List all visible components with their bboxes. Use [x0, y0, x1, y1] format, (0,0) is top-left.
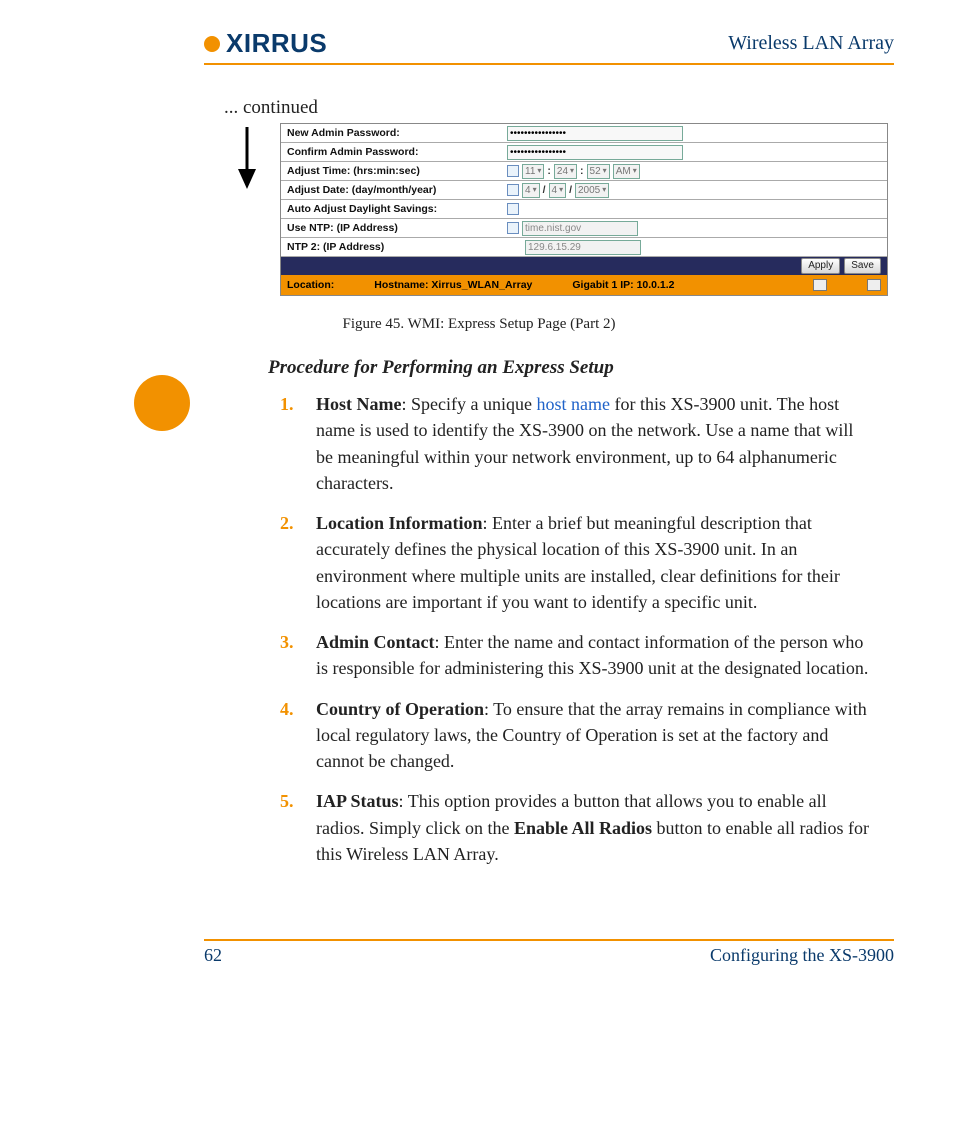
- section-heading: Procedure for Performing an Express Setu…: [268, 357, 874, 379]
- date-day-select[interactable]: 4▾: [522, 183, 540, 198]
- wmi-label: Confirm Admin Password:: [281, 146, 503, 158]
- wmi-row-adjust-date: Adjust Date: (day/month/year) 4▾ / 4▾ / …: [281, 181, 887, 200]
- step-iap-status: IAP Status: This option provides a butto…: [316, 788, 874, 867]
- ntp-input[interactable]: [522, 221, 638, 236]
- ntp2-input[interactable]: [525, 240, 641, 255]
- step-bold: Enable All Radios: [514, 818, 652, 838]
- slash-sep: /: [569, 184, 572, 196]
- step-country-of-operation: Country of Operation: To ensure that the…: [316, 696, 874, 775]
- figure-area: New Admin Password: Confirm Admin Passwo…: [224, 123, 894, 296]
- logo-dot-icon: [204, 36, 220, 52]
- wmi-row-ntp: Use NTP: (IP Address): [281, 219, 887, 238]
- wmi-label: Use NTP: (IP Address): [281, 222, 503, 234]
- footer-section-title: Configuring the XS-3900: [710, 945, 894, 966]
- step-term: Host Name: [316, 394, 401, 414]
- step-host-name: Host Name: Specify a unique host name fo…: [316, 391, 874, 496]
- status-icon: [813, 279, 827, 291]
- wmi-row-ntp2: NTP 2: (IP Address): [281, 238, 887, 257]
- colon-sep: :: [547, 165, 551, 177]
- date-month-select[interactable]: 4▾: [549, 183, 567, 198]
- slash-sep: /: [543, 184, 546, 196]
- header-rule: [204, 63, 894, 65]
- wmi-row-new-password: New Admin Password:: [281, 124, 887, 143]
- step-location-info: Location Information: Enter a brief but …: [316, 510, 874, 615]
- down-arrow-icon: [224, 127, 270, 189]
- wmi-label: NTP 2: (IP Address): [281, 241, 503, 253]
- ntp-checkbox[interactable]: [507, 222, 519, 234]
- step-term: Location Information: [316, 513, 483, 533]
- dst-checkbox[interactable]: [507, 203, 519, 215]
- adjust-date-checkbox[interactable]: [507, 184, 519, 196]
- wmi-screenshot: New Admin Password: Confirm Admin Passwo…: [280, 123, 888, 296]
- status-hostname: Hostname: Xirrus_WLAN_Array: [374, 279, 532, 291]
- colon-sep: :: [580, 165, 584, 177]
- page-header: XIRRUS Wireless LAN Array: [204, 28, 894, 59]
- step-term: Country of Operation: [316, 699, 484, 719]
- figure-caption: Figure 45. WMI: Express Setup Page (Part…: [64, 316, 894, 333]
- page-footer: 62 Configuring the XS-3900: [204, 939, 894, 966]
- save-button[interactable]: Save: [844, 258, 881, 274]
- logo-text: XIRRUS: [226, 28, 327, 59]
- status-icon: [867, 279, 881, 291]
- step-term: IAP Status: [316, 791, 399, 811]
- wmi-row-confirm-password: Confirm Admin Password:: [281, 143, 887, 162]
- adjust-time-checkbox[interactable]: [507, 165, 519, 177]
- time-ampm-select[interactable]: AM▾: [613, 164, 640, 179]
- wmi-row-adjust-time: Adjust Time: (hrs:min:sec) 11▾ : 24▾ : 5…: [281, 162, 887, 181]
- new-admin-password-input[interactable]: [507, 126, 683, 141]
- page-number: 62: [204, 945, 222, 966]
- status-location: Location:: [287, 279, 334, 291]
- wmi-label: Adjust Time: (hrs:min:sec): [281, 165, 503, 177]
- step-text: : Specify a unique: [401, 394, 536, 414]
- time-sec-select[interactable]: 52▾: [587, 164, 610, 179]
- wmi-label: Auto Adjust Daylight Savings:: [281, 203, 503, 215]
- procedure-steps: Host Name: Specify a unique host name fo…: [268, 391, 874, 867]
- continued-label: ... continued: [224, 97, 894, 119]
- time-hour-select[interactable]: 11▾: [522, 164, 544, 179]
- wmi-action-bar: Apply Save: [281, 257, 887, 275]
- step-term: Admin Contact: [316, 632, 435, 652]
- wmi-label: New Admin Password:: [281, 127, 503, 139]
- wmi-label: Adjust Date: (day/month/year): [281, 184, 503, 196]
- date-year-select[interactable]: 2005▾: [575, 183, 609, 198]
- logo: XIRRUS: [204, 28, 327, 59]
- wmi-row-dst: Auto Adjust Daylight Savings:: [281, 200, 887, 219]
- status-gigabit: Gigabit 1 IP: 10.0.1.2: [572, 279, 674, 291]
- wmi-status-bar: Location: Hostname: Xirrus_WLAN_Array Gi…: [281, 275, 887, 295]
- section-marker-circle-icon: [134, 375, 190, 431]
- step-admin-contact: Admin Contact: Enter the name and contac…: [316, 629, 874, 682]
- document-title: Wireless LAN Array: [728, 32, 894, 55]
- apply-button[interactable]: Apply: [801, 258, 840, 274]
- host-name-link[interactable]: host name: [536, 394, 610, 414]
- confirm-admin-password-input[interactable]: [507, 145, 683, 160]
- time-min-select[interactable]: 24▾: [554, 164, 577, 179]
